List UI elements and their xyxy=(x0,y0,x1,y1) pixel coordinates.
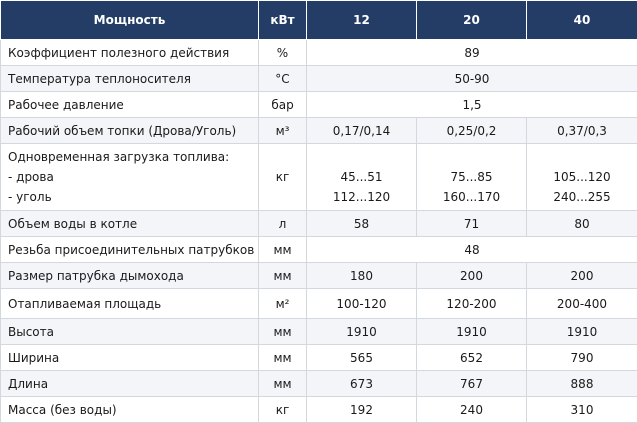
row-value-20: 0,25/0,2 xyxy=(417,118,527,144)
row-value-20: 652 xyxy=(417,345,527,371)
row-value-12: 192 xyxy=(307,397,417,423)
row-name: Ширина xyxy=(1,345,259,371)
table-row: Отапливаемая площадь м² 100-120 120-200 … xyxy=(1,289,637,319)
row-name: Отапливаемая площадь xyxy=(1,289,259,319)
row-value-12: 100-120 xyxy=(307,289,417,319)
row-unit: м³ xyxy=(259,118,307,144)
row-value-20: 120-200 xyxy=(417,289,527,319)
row-name: Масса (без воды) xyxy=(1,397,259,423)
row-unit: м² xyxy=(259,289,307,319)
row-value-40: 1910 xyxy=(527,319,637,345)
row-value-12: 0,17/0,14 xyxy=(307,118,417,144)
row-value-12: 180 xyxy=(307,263,417,289)
row-unit: мм xyxy=(259,263,307,289)
row-unit: кг xyxy=(259,144,307,211)
header-model-40: 40 xyxy=(527,1,637,40)
table-row: Высота мм 1910 1910 1910 xyxy=(1,319,637,345)
header-model-12: 12 xyxy=(307,1,417,40)
row-name: Рабочее давление xyxy=(1,92,259,118)
row-value-12: 673 xyxy=(307,371,417,397)
table-row: Рабочее давление бар 1,5 xyxy=(1,92,637,118)
row-value-40: 790 xyxy=(527,345,637,371)
row-name: Температура теплоносителя xyxy=(1,66,259,92)
row-value-20: 75...85 160...170 xyxy=(417,144,527,211)
row-name: Рабочий объем топки (Дрова/Уголь) xyxy=(1,118,259,144)
table-row: Длина мм 673 767 888 xyxy=(1,371,637,397)
table-row: Резьба присоединительных патрубков мм 48 xyxy=(1,237,637,263)
row-name: Одновременная загрузка топлива: - дрова … xyxy=(1,144,259,211)
row-unit: % xyxy=(259,40,307,66)
header-unit: кВт xyxy=(259,1,307,40)
row-unit: мм xyxy=(259,237,307,263)
row-name: Высота xyxy=(1,319,259,345)
table-row: Масса (без воды) кг 192 240 310 xyxy=(1,397,637,423)
wood-value: 105...120 xyxy=(527,167,637,187)
fuel-load-wood-label: - дрова xyxy=(8,167,258,187)
row-value-20: 71 xyxy=(417,211,527,237)
row-value-40: 80 xyxy=(527,211,637,237)
wood-value: 75...85 xyxy=(417,167,526,187)
header-power: Мощность xyxy=(1,1,259,40)
wood-value: 45...51 xyxy=(307,167,416,187)
table-row: Объем воды в котле л 58 71 80 xyxy=(1,211,637,237)
row-unit: мм xyxy=(259,371,307,397)
row-value: 48 xyxy=(307,237,637,263)
coal-value: 160...170 xyxy=(417,187,526,207)
table-row: Рабочий объем топки (Дрова/Уголь) м³ 0,1… xyxy=(1,118,637,144)
row-value-40: 200-400 xyxy=(527,289,637,319)
table-row: Температура теплоносителя °С 50-90 xyxy=(1,66,637,92)
row-value-12: 565 xyxy=(307,345,417,371)
table-row: Размер патрубка дымохода мм 180 200 200 xyxy=(1,263,637,289)
specs-table: Мощность кВт 12 20 40 Коэффициент полезн… xyxy=(0,0,637,423)
row-value: 1,5 xyxy=(307,92,637,118)
table-row-fuel-load: Одновременная загрузка топлива: - дрова … xyxy=(1,144,637,211)
row-value-40: 310 xyxy=(527,397,637,423)
row-name: Коэффициент полезного действия xyxy=(1,40,259,66)
fuel-load-heading: Одновременная загрузка топлива: xyxy=(8,147,258,167)
row-value: 50-90 xyxy=(307,66,637,92)
row-unit: кг xyxy=(259,397,307,423)
row-value-20: 200 xyxy=(417,263,527,289)
row-value-40: 200 xyxy=(527,263,637,289)
row-name: Размер патрубка дымохода xyxy=(1,263,259,289)
header-model-20: 20 xyxy=(417,1,527,40)
row-value-20: 240 xyxy=(417,397,527,423)
header-row: Мощность кВт 12 20 40 xyxy=(1,1,637,40)
fuel-load-coal-label: - уголь xyxy=(8,187,258,207)
row-name: Объем воды в котле xyxy=(1,211,259,237)
row-unit: мм xyxy=(259,345,307,371)
row-value-40: 888 xyxy=(527,371,637,397)
coal-value: 112...120 xyxy=(307,187,416,207)
coal-value: 240...255 xyxy=(527,187,637,207)
row-value-40: 105...120 240...255 xyxy=(527,144,637,211)
row-unit: °С xyxy=(259,66,307,92)
row-value: 89 xyxy=(307,40,637,66)
table-row: Ширина мм 565 652 790 xyxy=(1,345,637,371)
row-value-12: 45...51 112...120 xyxy=(307,144,417,211)
row-unit: бар xyxy=(259,92,307,118)
row-unit: мм xyxy=(259,319,307,345)
row-name: Резьба присоединительных патрубков xyxy=(1,237,259,263)
row-value-20: 767 xyxy=(417,371,527,397)
table-row: Коэффициент полезного действия % 89 xyxy=(1,40,637,66)
row-value-40: 0,37/0,3 xyxy=(527,118,637,144)
row-value-12: 1910 xyxy=(307,319,417,345)
row-value-20: 1910 xyxy=(417,319,527,345)
row-value-12: 58 xyxy=(307,211,417,237)
row-unit: л xyxy=(259,211,307,237)
row-name: Длина xyxy=(1,371,259,397)
